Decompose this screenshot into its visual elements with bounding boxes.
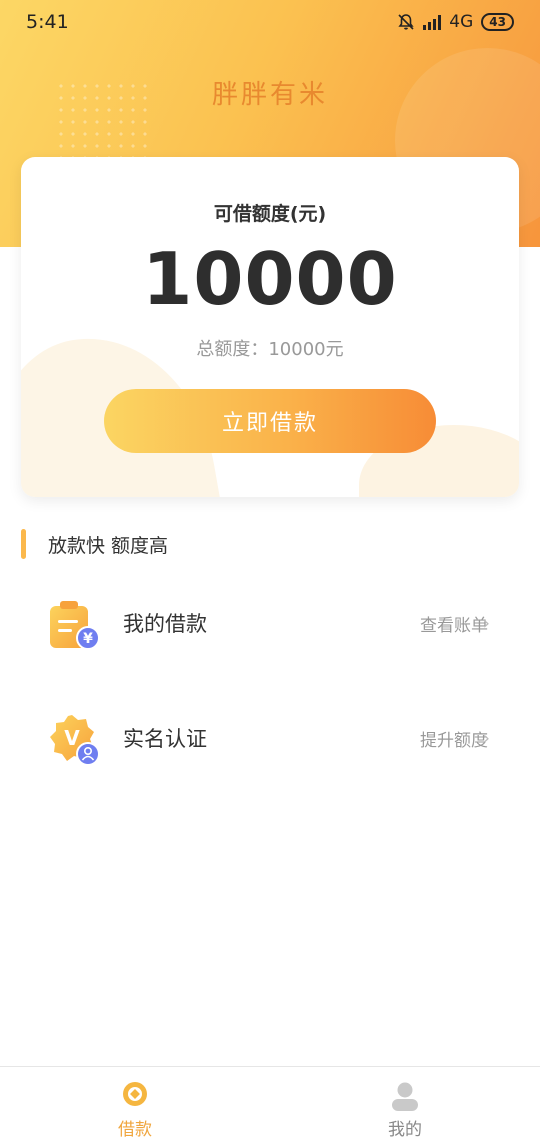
tab-label: 我的 [388, 1120, 422, 1140]
bottom-tab-bar: 借款 我的 [0, 1066, 540, 1140]
svg-text:¥: ¥ [83, 631, 93, 647]
credit-card-panel: 可借额度(元) 10000 总额度：10000元 立即借款 [21, 157, 519, 497]
total-credit-text: 总额度：10000元 [196, 339, 344, 360]
menu-item-title: 我的借款 [123, 612, 207, 636]
menu-item-title: 实名认证 [123, 727, 207, 751]
status-bar: 5:41 4G 43 [0, 0, 540, 44]
user-icon [391, 1081, 419, 1115]
bell-muted-icon [397, 13, 415, 31]
svg-text:V: V [64, 726, 80, 750]
menu-item-my-loans[interactable]: ¥ 我的借款 查看账单 › [0, 588, 540, 658]
menu-item-real-name-verify[interactable]: V 实名认证 提升额度 › [0, 703, 540, 773]
chevron-right-icon: › [482, 612, 490, 634]
section-header: 放款快 额度高 [21, 528, 168, 560]
signal-icon [423, 14, 442, 30]
borrow-now-button[interactable]: 立即借款 [104, 389, 436, 453]
chevron-right-icon: › [482, 727, 490, 749]
section-accent-bar [21, 529, 26, 559]
tab-borrow[interactable]: 借款 [0, 1067, 270, 1140]
tab-mine[interactable]: 我的 [270, 1067, 540, 1140]
tab-label: 借款 [118, 1120, 152, 1140]
status-time: 5:41 [26, 11, 69, 33]
coin-icon [122, 1081, 148, 1111]
status-icons: 4G 43 [397, 12, 514, 32]
available-credit-label: 可借额度(元) [213, 203, 327, 225]
verify-badge-icon: V [48, 713, 102, 767]
raise-limit-link[interactable]: 提升额度 [420, 726, 488, 751]
battery-indicator: 43 [481, 13, 514, 31]
loan-bill-icon: ¥ [48, 598, 102, 652]
available-credit-amount: 10000 [142, 237, 398, 321]
section-title: 放款快 额度高 [48, 534, 169, 557]
view-bill-link[interactable]: 查看账单 [420, 611, 488, 636]
network-type: 4G [449, 12, 474, 32]
app-title: 胖胖有米 [211, 80, 328, 110]
